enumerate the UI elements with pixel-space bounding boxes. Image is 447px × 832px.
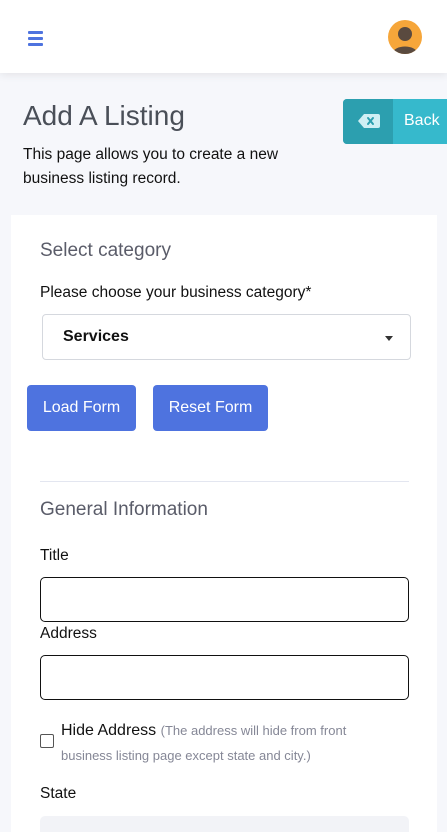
category-select[interactable]: Services: [42, 314, 411, 360]
back-button-label: Back: [404, 112, 440, 129]
hide-address-label: Hide Address (The address will hide from…: [61, 718, 391, 768]
general-information-heading: General Information: [40, 499, 208, 520]
address-input[interactable]: [40, 655, 409, 700]
reset-form-button[interactable]: Reset Form: [153, 385, 268, 431]
select-category-heading: Select category: [40, 240, 171, 261]
title-label: Title: [40, 547, 69, 564]
hamburger-menu-icon[interactable]: [28, 31, 43, 46]
category-select-value: Services: [63, 328, 129, 345]
top-navbar: [0, 0, 447, 73]
state-label: State: [40, 785, 77, 802]
category-prompt-label: Please choose your business category*: [40, 284, 312, 301]
chevron-down-icon: [385, 336, 393, 341]
hide-address-checkbox[interactable]: [40, 734, 54, 748]
address-label: Address: [40, 625, 97, 642]
state-select[interactable]: [40, 816, 409, 832]
hide-address-label-text: Hide Address: [61, 722, 157, 739]
load-form-button[interactable]: Load Form: [27, 385, 136, 431]
user-avatar-icon[interactable]: [388, 20, 422, 54]
section-divider: [40, 481, 409, 482]
title-input[interactable]: [40, 577, 409, 622]
listing-form-card: Select category Please choose your busin…: [11, 215, 437, 832]
backspace-icon: [343, 99, 393, 144]
back-button[interactable]: Back: [343, 99, 447, 144]
page-description: This page allows you to create a new bus…: [23, 146, 279, 187]
page-title: Add A Listing: [23, 100, 185, 131]
